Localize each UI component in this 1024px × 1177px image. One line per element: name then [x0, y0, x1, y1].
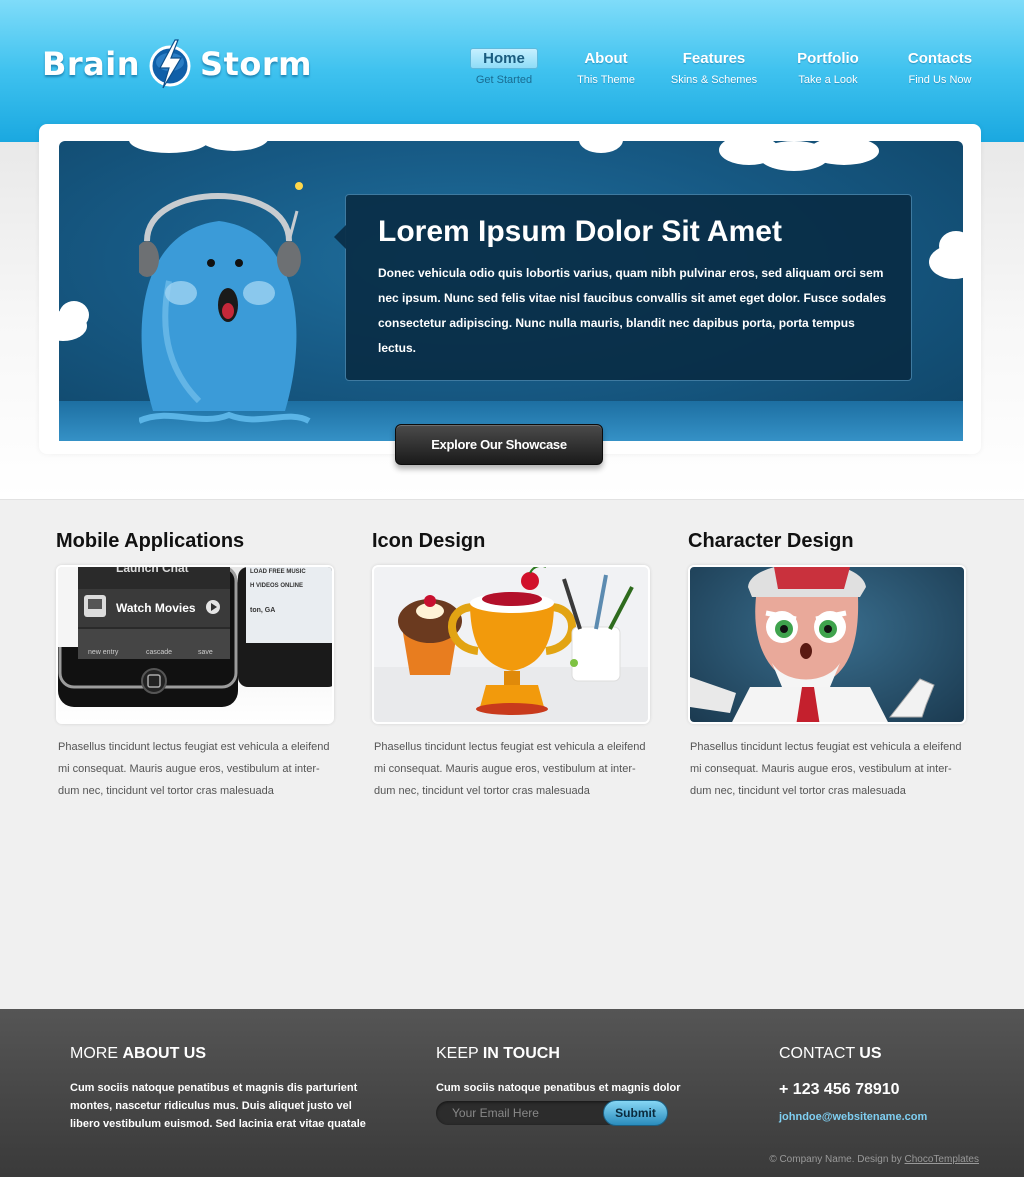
feature-description: Phasellus tincidunt lectus feugiat est v… [58, 741, 330, 797]
nav-sublabel: Get Started [475, 74, 533, 86]
nav-label[interactable]: Portfolio [785, 48, 871, 69]
footer-about-text: Cum sociis natoque penatibus et magnis d… [70, 1082, 366, 1130]
feature-description: Phasellus tincidunt lectus feugiat est v… [374, 741, 646, 797]
hero-textbox: Lorem Ipsum Dolor Sit Amet Donec vehicul… [334, 194, 912, 381]
contact-phone: + 123 456 78910 [779, 1081, 900, 1098]
copyright-text: © Company Name. Design by [769, 1154, 905, 1165]
feature-title: Character Design [688, 530, 854, 552]
hero-banner: Lorem Ipsum Dolor Sit Amet Donec vehicul… [59, 141, 963, 441]
site-footer: MORE ABOUT US Cum sociis natoque penatib… [0, 1009, 1024, 1177]
nav-sublabel: This Theme [577, 74, 635, 86]
newsletter-form: Submit [436, 1100, 668, 1126]
designer-link[interactable]: ChocoTemplates [905, 1154, 979, 1165]
hero-body: Donec vehicula odio quis lobortis varius… [378, 266, 887, 355]
phone-menu-watch-movies: Watch Movies [116, 601, 196, 615]
nav-label[interactable]: Features [671, 48, 758, 69]
phone-action-cascade: cascade [146, 649, 173, 656]
feature-description: Phasellus tincidunt lectus feugiat est v… [690, 741, 962, 797]
nav-item-contacts[interactable]: Contacts Find Us Now [884, 46, 996, 96]
main-nav: Home Get Started About This Theme Featur… [452, 46, 996, 96]
feature-icon-design: Icon Design Phasellus tincidunt lectus f… [372, 530, 650, 802]
nav-sublabel: Take a Look [798, 74, 858, 86]
contact-email-link[interactable]: johndoe@websitename.com [779, 1111, 999, 1123]
footer-contact: CONTACT US + 123 456 78910 johndoe@websi… [779, 1045, 999, 1123]
hero-title: Lorem Ipsum Dolor Sit Amet [378, 215, 782, 248]
footer-keep-in-touch: KEEP IN TOUCH Cum sociis natoque penatib… [436, 1045, 686, 1097]
logo-text-left: Brain [42, 45, 141, 83]
feature-character-design: Character Design Phasellus tincidunt lec… [688, 530, 966, 802]
footer-contact-title: CONTACT US [779, 1045, 882, 1062]
feature-mobile-applications: Mobile Applications Launch Chat Watch Mo… [56, 530, 334, 802]
logo[interactable]: Brain Storm [42, 36, 312, 92]
explore-showcase-button[interactable]: Explore Our Showcase [395, 424, 603, 465]
feature-image-character[interactable] [688, 565, 966, 724]
phone-action-save: save [198, 649, 213, 656]
copyright: © Company Name. Design by ChocoTemplates [769, 1154, 979, 1165]
lightning-bolt-icon [148, 38, 192, 90]
footer-touch-text: Cum sociis natoque penatibus et magnis d… [436, 1082, 681, 1094]
feature-title: Icon Design [372, 530, 486, 552]
site-header: Brain Storm Home Get Started About This … [0, 0, 1024, 142]
feature-title: Mobile Applications [56, 530, 245, 552]
footer-touch-title: KEEP IN TOUCH [436, 1045, 560, 1062]
feature-image-phone[interactable]: Launch Chat Watch Movies new entry casca… [56, 565, 334, 724]
nav-item-home[interactable]: Home Get Started [452, 46, 556, 96]
submit-button[interactable]: Submit [603, 1100, 668, 1126]
mascot-illustration [139, 182, 311, 424]
phone-side-label: LOAD FREE MUSIC [250, 569, 306, 575]
phone-side-label: H VIDEOS ONLINE [250, 583, 304, 589]
nav-item-about[interactable]: About This Theme [556, 46, 656, 96]
nav-sublabel: Skins & Schemes [670, 74, 758, 86]
nav-label[interactable]: About [572, 48, 639, 69]
feature-image-trophy[interactable] [372, 565, 650, 724]
phone-side-label: ton, GA [250, 607, 276, 614]
footer-about-title: MORE ABOUT US [70, 1045, 207, 1062]
nav-item-features[interactable]: Features Skins & Schemes [656, 46, 772, 96]
phone-action-new-entry: new entry [88, 649, 119, 656]
logo-text-right: Storm [200, 45, 312, 83]
footer-about: MORE ABOUT US Cum sociis natoque penatib… [70, 1045, 370, 1133]
nav-item-portfolio[interactable]: Portfolio Take a Look [772, 46, 884, 96]
phone-menu-launch-chat: Launch Chat [116, 565, 189, 575]
nav-sublabel: Find Us Now [908, 74, 972, 86]
nav-label[interactable]: Home [470, 48, 538, 69]
nav-label[interactable]: Contacts [896, 48, 984, 69]
